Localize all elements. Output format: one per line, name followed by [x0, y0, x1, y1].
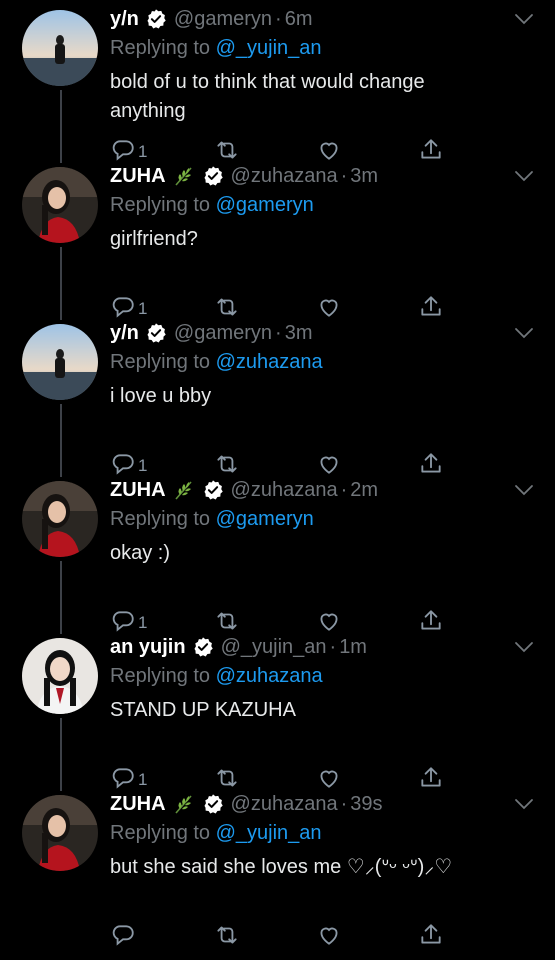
chevron-down-icon[interactable]	[513, 640, 535, 654]
retweet-icon	[214, 922, 240, 953]
mention-link[interactable]: @zuhazana	[216, 351, 323, 373]
timestamp[interactable]: 39s	[350, 793, 382, 816]
verified-badge-icon	[192, 636, 214, 658]
display-name[interactable]: y/n	[110, 322, 139, 345]
replying-to: Replying to @_yujin_an	[110, 819, 505, 847]
replying-to: Replying to @gameryn	[110, 191, 505, 219]
chevron-down-icon[interactable]	[513, 797, 535, 811]
replying-to-label: Replying to	[110, 665, 216, 687]
display-name[interactable]: ZUHA	[110, 793, 166, 816]
user-handle[interactable]: @gameryn	[174, 8, 272, 31]
tweet-actions	[110, 923, 450, 951]
separator-dot: ·	[275, 7, 282, 30]
avatar[interactable]	[22, 638, 98, 714]
replying-to-label: Replying to	[110, 508, 216, 530]
tweet[interactable]: y/n @gameryn · 6m Replying to @_yujin_an…	[0, 0, 555, 161]
user-handle[interactable]: @gameryn	[174, 322, 272, 345]
avatar[interactable]	[22, 324, 98, 400]
verified-badge-icon	[202, 479, 224, 501]
tweet-text: but she said she loves me ♡⸝(ᐡᵕ ᵕᐡ)⸝♡	[110, 856, 453, 878]
mention-link[interactable]: @_yujin_an	[216, 37, 322, 59]
avatar[interactable]	[22, 167, 98, 243]
timestamp[interactable]: 1m	[339, 636, 367, 659]
tweet-text: bold of u to think that would change any…	[110, 71, 425, 122]
display-name[interactable]: ZUHA	[110, 479, 166, 502]
verified-badge-icon	[145, 8, 167, 30]
user-handle[interactable]: @zuhazana	[231, 793, 338, 816]
display-name[interactable]: y/n	[110, 8, 139, 31]
tweet[interactable]: ZUHA @zuhazana · 2m Replying to @gameryn…	[0, 471, 555, 632]
tweet-header: ZUHA @zuhazana · 39s	[110, 789, 505, 819]
user-handle[interactable]: @zuhazana	[231, 165, 338, 188]
chevron-down-icon[interactable]	[513, 12, 535, 26]
heart-icon	[316, 922, 342, 953]
display-name[interactable]: ZUHA	[110, 165, 166, 188]
avatar[interactable]	[22, 481, 98, 557]
tweet-body: y/n @gameryn · 6m Replying to @_yujin_an…	[110, 0, 505, 126]
reply-icon	[110, 922, 136, 953]
replying-to: Replying to @_yujin_an	[110, 34, 505, 62]
reply-button[interactable]	[110, 923, 138, 951]
replying-to: Replying to @zuhazana	[110, 348, 505, 376]
separator-dot: ·	[340, 792, 348, 815]
user-handle[interactable]: @_yujin_an	[221, 636, 327, 659]
tweet[interactable]: ZUHA @zuhazana · 3m Replying to @gameryn…	[0, 157, 555, 318]
tweet-header: ZUHA @zuhazana · 3m	[110, 161, 505, 191]
share-icon	[418, 922, 444, 953]
mention-link[interactable]: @gameryn	[216, 508, 314, 530]
verified-badge-icon	[202, 165, 224, 187]
timestamp[interactable]: 6m	[285, 8, 313, 31]
avatar[interactable]	[22, 795, 98, 871]
tweet[interactable]: ZUHA @zuhazana · 39s Replying to @_yujin…	[0, 785, 555, 946]
avatar[interactable]	[22, 10, 98, 86]
tweet-body: ZUHA @zuhazana · 2m Replying to @gameryn…	[110, 471, 505, 568]
tweet-header: y/n @gameryn · 3m	[110, 318, 505, 348]
tweet[interactable]: y/n @gameryn · 3m Replying to @zuhazana …	[0, 314, 555, 475]
leaf-emoji-icon	[172, 792, 196, 816]
separator-dot: ·	[340, 478, 348, 501]
tweet-body: an yujin @_yujin_an · 1m Replying to @zu…	[110, 628, 505, 725]
tweet-body: ZUHA @zuhazana · 39s Replying to @_yujin…	[110, 785, 505, 882]
replying-to-label: Replying to	[110, 351, 216, 373]
retweet-button[interactable]	[214, 923, 240, 951]
tweet-text: girlfriend?	[110, 228, 198, 250]
like-button[interactable]	[316, 923, 342, 951]
user-handle[interactable]: @zuhazana	[231, 479, 338, 502]
separator-dot: ·	[275, 321, 282, 344]
replying-to: Replying to @zuhazana	[110, 662, 505, 690]
timestamp[interactable]: 3m	[350, 165, 378, 188]
mention-link[interactable]: @zuhazana	[216, 665, 323, 687]
reply-thread: y/n @gameryn · 6m Replying to @_yujin_an…	[0, 0, 555, 960]
replying-to-label: Replying to	[110, 37, 216, 59]
verified-badge-icon	[202, 793, 224, 815]
mention-link[interactable]: @_yujin_an	[216, 822, 322, 844]
chevron-down-icon[interactable]	[513, 326, 535, 340]
replying-to-label: Replying to	[110, 822, 216, 844]
mention-link[interactable]: @gameryn	[216, 194, 314, 216]
tweet-header: y/n @gameryn · 6m	[110, 4, 505, 34]
leaf-emoji-icon	[172, 478, 196, 502]
separator-dot: ·	[340, 164, 348, 187]
timestamp[interactable]: 2m	[350, 479, 378, 502]
tweet[interactable]: an yujin @_yujin_an · 1m Replying to @zu…	[0, 628, 555, 789]
tweet-header: an yujin @_yujin_an · 1m	[110, 632, 505, 662]
chevron-down-icon[interactable]	[513, 483, 535, 497]
tweet-text: i love u bby	[110, 385, 212, 407]
timestamp[interactable]: 3m	[285, 322, 313, 345]
separator-dot: ·	[329, 635, 337, 658]
leaf-emoji-icon	[172, 164, 196, 188]
share-button[interactable]	[418, 923, 444, 951]
replying-to-label: Replying to	[110, 194, 216, 216]
display-name[interactable]: an yujin	[110, 636, 186, 659]
tweet-text: okay :)	[110, 542, 171, 564]
verified-badge-icon	[145, 322, 167, 344]
tweet-body: ZUHA @zuhazana · 3m Replying to @gameryn…	[110, 157, 505, 254]
tweet-header: ZUHA @zuhazana · 2m	[110, 475, 505, 505]
tweet-body: y/n @gameryn · 3m Replying to @zuhazana …	[110, 314, 505, 411]
replying-to: Replying to @gameryn	[110, 505, 505, 533]
tweet-text: STAND UP KAZUHA	[110, 699, 296, 721]
chevron-down-icon[interactable]	[513, 169, 535, 183]
